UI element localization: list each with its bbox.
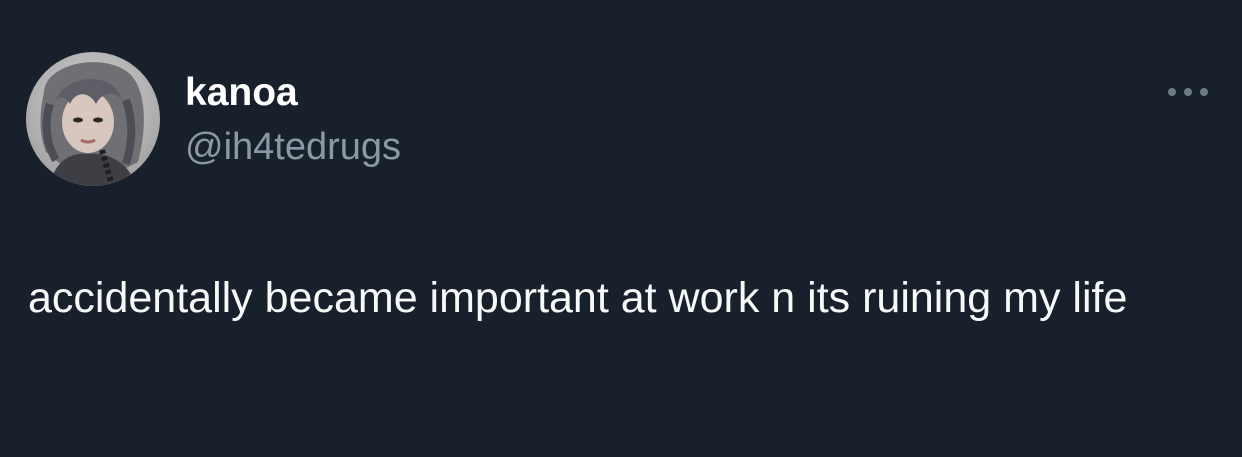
avatar[interactable] [26, 52, 160, 186]
author-handle[interactable]: @ih4tedrugs [185, 124, 401, 170]
more-horizontal-icon [1168, 88, 1208, 96]
tweet-card: kanoa @ih4tedrugs accidentally became im… [0, 0, 1242, 457]
tweet-text: accidentally became important at work n … [28, 274, 1128, 322]
more-options-button[interactable] [1164, 80, 1212, 104]
avatar-image [26, 52, 160, 186]
author-display-name[interactable]: kanoa [185, 70, 298, 116]
